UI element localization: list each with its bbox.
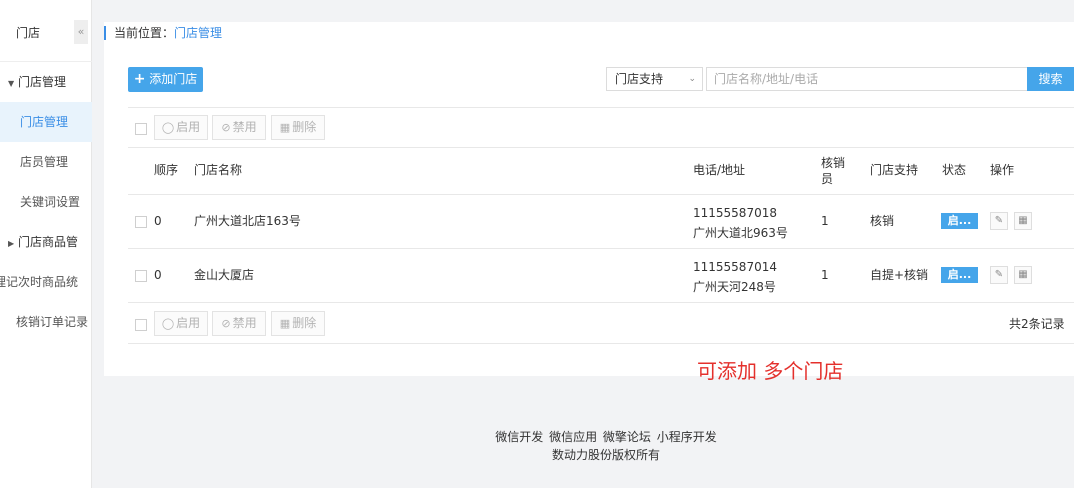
ban-icon: ⊘ [221, 317, 231, 330]
plus-icon: + [133, 71, 146, 87]
select-value: 门店支持 [615, 72, 664, 86]
row-phone: 11155587014 [693, 260, 777, 274]
row-verifier: 1 [821, 214, 829, 228]
check-circle-icon: ◯ [161, 121, 175, 134]
breadcrumb-prefix: 当前位置： [114, 26, 175, 40]
breadcrumb-current[interactable]: 门店管理 [174, 26, 222, 40]
row-phone: 11155587018 [693, 206, 777, 220]
search-input[interactable] [706, 67, 1028, 91]
row-order: 0 [154, 268, 162, 282]
enable-label: 启用 [176, 120, 201, 134]
add-store-label: 添加门店 [149, 72, 198, 86]
row-order: 0 [154, 214, 162, 228]
trash-icon: ▦ [279, 121, 291, 134]
caret-right-icon: ▶ [8, 239, 15, 248]
disable-button[interactable]: ⊘ 禁用 [212, 115, 266, 140]
enable-button[interactable]: ◯ 启用 [154, 115, 208, 140]
sidebar-group-store-goods[interactable]: ▶ 门店商品管 [0, 222, 92, 262]
sidebar-item-verify-orders[interactable]: 核销订单记录 [0, 302, 92, 342]
collapse-icon[interactable]: « [74, 20, 88, 44]
sidebar-item-staff-manage[interactable]: 店员管理 [0, 142, 92, 182]
row-address: 广州大道北963号 [693, 226, 788, 240]
sidebar-title: 门店 [16, 26, 41, 40]
header-ops: 操作 [990, 163, 1015, 177]
select-all-checkbox-bottom[interactable] [135, 319, 147, 331]
status-badge[interactable]: 启... [941, 213, 978, 229]
sidebar-header: 门店 « [0, 0, 92, 62]
row-support: 核销 [870, 214, 895, 228]
row-address: 广州天河248号 [693, 280, 776, 294]
divider [128, 194, 1074, 195]
row-checkbox[interactable] [135, 270, 147, 282]
trash-icon[interactable]: ▦ [1014, 212, 1032, 230]
row-store-name: 金山大厦店 [194, 268, 255, 282]
chevron-down-icon: ⌄ [688, 74, 696, 84]
delete-label: 删除 [292, 316, 317, 330]
delete-label: 删除 [292, 120, 317, 134]
footer-link[interactable]: 微擎论坛 [603, 430, 651, 444]
trash-icon[interactable]: ▦ [1014, 266, 1032, 284]
annotation-text: 可添加 多个门店 [697, 359, 844, 383]
divider [128, 248, 1074, 249]
sidebar-item-label: 店员管理 [20, 155, 69, 169]
search-button[interactable]: 搜索 [1027, 67, 1074, 91]
header-name: 门店名称 [194, 163, 243, 177]
disable-button-bottom[interactable]: ⊘ 禁用 [212, 311, 266, 336]
breadcrumb: 当前位置：门店管理 [104, 26, 222, 40]
sidebar-item-label: 核销订单记录 [16, 315, 89, 329]
caret-down-icon: ▼ [8, 79, 15, 88]
row-support: 自提+核销 [870, 268, 929, 282]
row-verifier: 1 [821, 268, 829, 282]
footer-links: 微信开发 微信应用 微擎论坛 小程序开发 [0, 428, 1074, 445]
footer-link[interactable]: 微信开发 [495, 430, 543, 444]
select-all-checkbox[interactable] [135, 123, 147, 135]
check-circle-icon: ◯ [161, 317, 175, 330]
sidebar-item-label: 理记次时商品统 [0, 275, 79, 289]
sidebar-item-label: 门店管理 [20, 115, 69, 129]
sidebar-item-label: 关键词设置 [20, 195, 81, 209]
edit-icon[interactable]: ✎ [990, 266, 1008, 284]
sidebar-group-store-manage[interactable]: ▼ 门店管理 [0, 62, 92, 102]
header-contact: 电话/地址 [693, 163, 746, 177]
header-support: 门店支持 [870, 163, 919, 177]
total-count: 共2条记录 [1009, 317, 1065, 331]
divider [128, 343, 1074, 344]
trash-icon: ▦ [279, 317, 291, 330]
disable-label: 禁用 [232, 316, 257, 330]
sidebar-item-keyword-settings[interactable]: 关键词设置 [0, 182, 92, 222]
row-checkbox[interactable] [135, 216, 147, 228]
sidebar: 门店 « ▼ 门店管理 门店管理 店员管理 关键词设置 ▶ 门店商品管 理记次时商品… [0, 0, 92, 488]
enable-button-bottom[interactable]: ◯ 启用 [154, 311, 208, 336]
enable-label: 启用 [176, 316, 201, 330]
footer-link[interactable]: 微信应用 [549, 430, 597, 444]
sidebar-item-store-manage[interactable]: 门店管理 [0, 102, 92, 142]
header-verifier: 核销员 [821, 156, 846, 186]
ban-icon: ⊘ [221, 121, 231, 134]
divider [128, 147, 1074, 148]
header-status: 状态 [942, 163, 967, 177]
sidebar-group-label: 门店管理 [18, 75, 67, 89]
footer-copyright: 数动力股份版权所有 [551, 448, 660, 462]
sidebar-group-label: 门店商品管 [18, 235, 79, 249]
delete-button-bottom[interactable]: ▦ 删除 [271, 311, 325, 336]
add-store-button[interactable]: + 添加门店 [128, 67, 203, 92]
store-support-select[interactable]: 门店支持 ⌄ [606, 67, 703, 91]
divider [128, 107, 1074, 108]
footer-link[interactable]: 小程序开发 [657, 430, 717, 444]
delete-button[interactable]: ▦ 删除 [271, 115, 325, 140]
row-store-name: 广州大道北店163号 [194, 214, 301, 228]
edit-icon[interactable]: ✎ [990, 212, 1008, 230]
divider [128, 302, 1074, 303]
disable-label: 禁用 [232, 120, 257, 134]
status-badge[interactable]: 启... [941, 267, 978, 283]
sidebar-item-count-goods[interactable]: 理记次时商品统 [0, 262, 92, 302]
header-order: 顺序 [154, 163, 179, 177]
